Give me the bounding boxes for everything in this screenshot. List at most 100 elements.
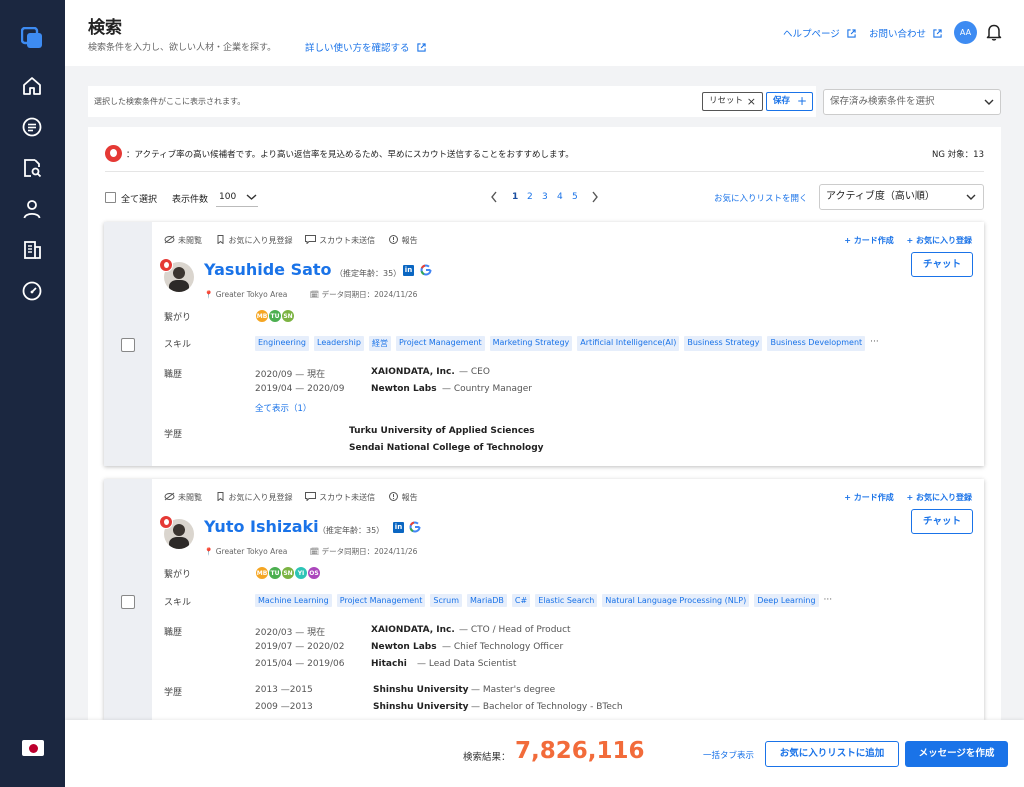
card-actions: + カード作成 + お気に入り登録 <box>834 235 972 246</box>
bell-icon[interactable] <box>985 22 1003 42</box>
add-to-favorites-button[interactable]: お気に入りリストに追加 <box>765 741 899 767</box>
saved-conditions-select[interactable]: 保存済み検索条件を選択 <box>823 89 1001 115</box>
page-4[interactable]: 4 <box>557 192 563 202</box>
skill-tag[interactable]: Machine Learning <box>255 594 332 607</box>
chevron-down-icon <box>966 194 976 200</box>
status-unviewed-label: 未閲覧 <box>178 236 202 245</box>
show-all-career-link[interactable]: 全て表示（1） <box>255 402 311 414</box>
skill-tag[interactable]: Business Development <box>767 336 866 351</box>
gauge-icon[interactable] <box>20 279 44 303</box>
connection-avatar[interactable]: OS <box>307 566 321 580</box>
candidate-name[interactable]: Yasuhide Sato <box>204 260 332 279</box>
candidate-checkbox[interactable] <box>121 595 135 609</box>
user-icon[interactable] <box>20 197 44 221</box>
howto-link[interactable]: 詳しい使い方を確認する <box>305 40 426 54</box>
candidate-age: （推定年齢：35） <box>318 526 385 535</box>
report-label: 報告 <box>401 236 418 245</box>
skill-tag[interactable]: Deep Learning <box>754 594 819 607</box>
report-link[interactable]: 報告 <box>388 492 418 503</box>
select-all-checkbox[interactable] <box>105 192 116 203</box>
skill-tag[interactable]: Project Management <box>336 594 426 607</box>
result-count: 7,826,116 <box>515 738 645 764</box>
connections-list: MB TU SN <box>255 309 295 323</box>
skill-tag[interactable]: Artificial Intelligence(AI) <box>577 336 680 351</box>
bulk-tab-link[interactable]: 一括タブ表示 <box>703 749 754 761</box>
add-favorite-button[interactable]: + お気に入り登録 <box>907 236 973 245</box>
skill-tag[interactable]: Scrum <box>430 594 463 607</box>
skill-tag[interactable]: MariaDB <box>467 594 507 607</box>
location: 📍 Greater Tokyo Area <box>204 547 288 556</box>
open-favorites-link[interactable]: お気に入りリストを開く <box>714 192 808 204</box>
save-button[interactable]: 保存 + <box>766 92 813 111</box>
close-icon: × <box>746 95 756 108</box>
add-favorite-button[interactable]: + お気に入り登録 <box>907 493 973 502</box>
per-page-underline <box>216 206 258 207</box>
search-doc-icon[interactable] <box>20 156 44 180</box>
skills-list: Machine Learning Project Management Scru… <box>255 594 832 607</box>
skill-tag[interactable]: C# <box>511 594 531 607</box>
chevron-right-icon[interactable] <box>591 191 599 203</box>
page-3[interactable]: 3 <box>542 192 548 202</box>
connection-avatar[interactable]: SN <box>281 309 295 323</box>
chevron-left-icon[interactable] <box>490 191 498 203</box>
select-all-label[interactable]: 全て選択 <box>121 192 157 205</box>
help-link[interactable]: ヘルプページ <box>783 26 856 40</box>
skill-tag[interactable]: Leadership <box>314 336 364 351</box>
skill-tag[interactable]: Project Management <box>395 336 485 351</box>
home-icon[interactable] <box>20 74 44 98</box>
chevron-down-icon[interactable] <box>246 193 257 201</box>
linkedin-icon[interactable]: in <box>403 265 414 276</box>
connection-avatar[interactable]: TU <box>268 566 282 580</box>
more-skills-icon[interactable]: ··· <box>824 594 833 607</box>
list-icon[interactable] <box>20 115 44 139</box>
connection-avatar[interactable]: MB <box>255 566 269 580</box>
connection-avatar[interactable]: MB <box>255 309 269 323</box>
more-skills-icon[interactable]: ··· <box>870 336 879 351</box>
create-message-button[interactable]: メッセージを作成 <box>905 741 1008 767</box>
chat-button[interactable]: チャット <box>911 509 973 534</box>
page-5[interactable]: 5 <box>572 192 578 202</box>
education-label: 学歴 <box>164 430 183 440</box>
skill-tag[interactable]: 経営 <box>368 336 391 351</box>
connection-avatar[interactable]: TU <box>268 309 282 323</box>
sort-value: アクティブ度（高い順） <box>826 191 935 202</box>
skills-list: Engineering Leadership 経営 Project Manage… <box>255 336 879 351</box>
candidate-meta: 📍 Greater Tokyo Area 🗓 データ同期日：2024/11/26 <box>204 546 437 557</box>
report-link[interactable]: 報告 <box>388 235 418 246</box>
linkedin-icon[interactable]: in <box>393 522 404 533</box>
user-avatar[interactable]: AA <box>954 21 977 44</box>
app-logo-icon[interactable] <box>21 27 43 49</box>
candidate-name[interactable]: Yuto Ishizaki <box>204 517 319 536</box>
connections-list: MB TU SN YI OS <box>255 566 321 580</box>
message-icon <box>305 235 317 244</box>
google-icon[interactable] <box>409 521 421 533</box>
japan-flag-icon[interactable] <box>22 740 44 756</box>
active-notice: ：アクティブ率の高い候補者です。より高い返信率を見込めるため、早めにスカウト送信… <box>126 150 574 160</box>
skill-tag[interactable]: Marketing Strategy <box>489 336 573 351</box>
page-1[interactable]: 1 <box>512 192 518 202</box>
external-link-icon <box>933 29 942 38</box>
create-card-button[interactable]: + カード作成 <box>844 493 894 502</box>
connection-avatar[interactable]: YI <box>294 566 308 580</box>
page-header: 検索 検索条件を入力し、欲しい人材・企業を探す。 詳しい使い方を確認する ヘルプ… <box>65 0 1024 66</box>
connection-avatar[interactable]: SN <box>281 566 295 580</box>
connections-label: 繋がり <box>164 570 192 580</box>
sort-select[interactable]: アクティブ度（高い順） <box>819 184 984 210</box>
google-icon[interactable] <box>420 264 432 276</box>
education-row: 2009 —2013 Shinshu University — Bachelor… <box>255 702 623 712</box>
reset-button[interactable]: リセット × <box>702 92 763 111</box>
per-page-select[interactable]: 100 <box>219 192 236 202</box>
skill-tag[interactable]: Business Strategy <box>684 336 763 351</box>
eye-slash-icon <box>164 235 175 244</box>
page-2[interactable]: 2 <box>527 192 533 202</box>
contact-link[interactable]: お問い合わせ <box>869 26 942 40</box>
skill-tag[interactable]: Natural Language Processing (NLP) <box>602 594 750 607</box>
skill-tag[interactable]: Engineering <box>255 336 309 351</box>
skill-tag[interactable]: Elastic Search <box>535 594 598 607</box>
chat-button[interactable]: チャット <box>911 252 973 277</box>
building-icon[interactable] <box>20 238 44 262</box>
reset-label: リセット <box>709 96 744 106</box>
create-card-button[interactable]: + カード作成 <box>844 236 894 245</box>
sync-date: 🗓 データ同期日：2024/11/26 <box>309 290 418 299</box>
candidate-checkbox[interactable] <box>121 338 135 352</box>
